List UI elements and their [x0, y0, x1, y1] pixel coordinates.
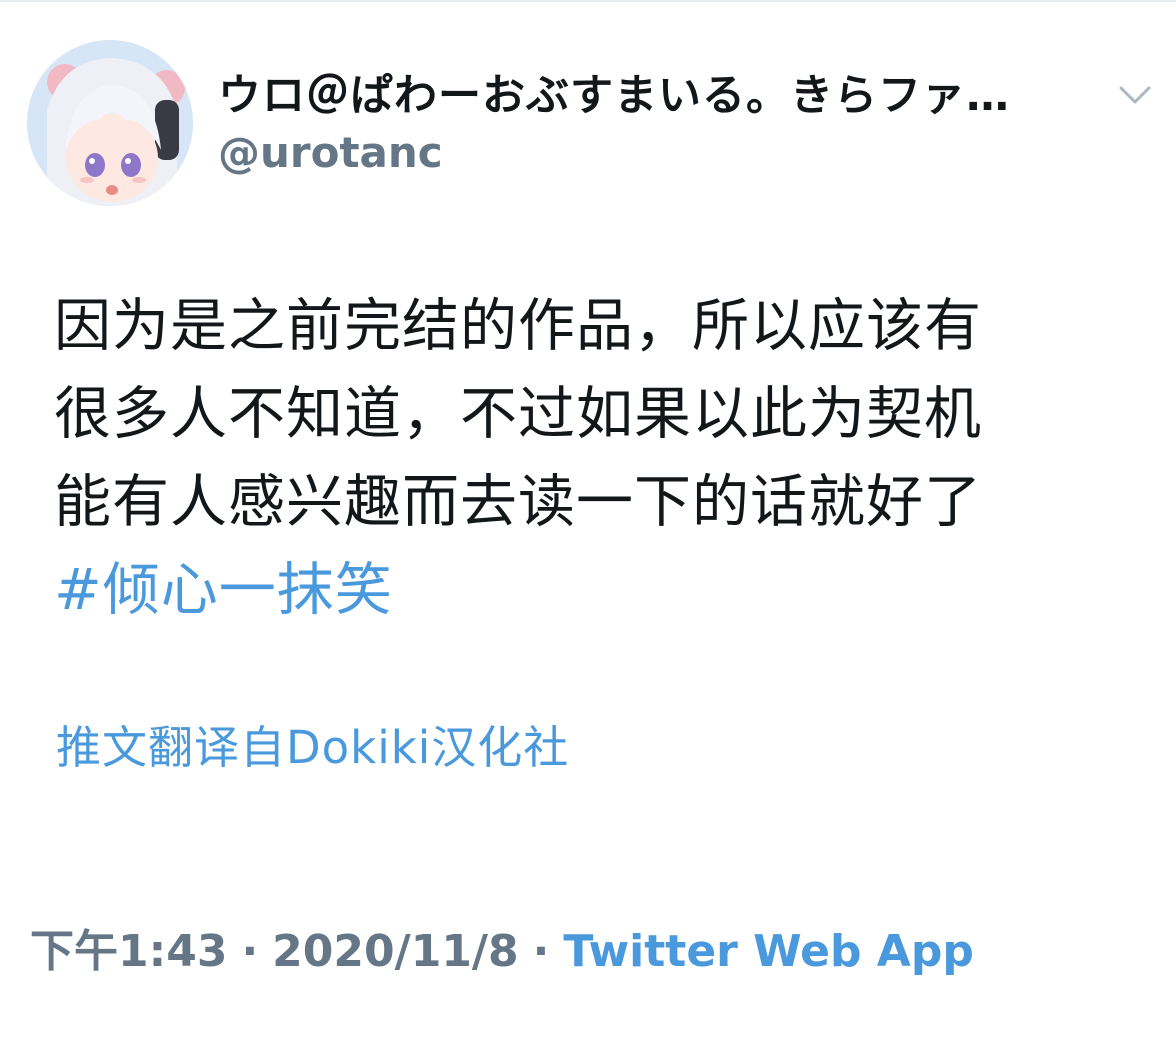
tweet-meta: 下午1:43 · 2020/11/8 · Twitter Web App: [30, 922, 974, 982]
hashtag-link[interactable]: #倾心一抹笑: [54, 546, 1154, 634]
author-handle[interactable]: @urotanc: [218, 126, 443, 180]
tweet-text-line: 很多人不知道，不过如果以此为契机: [54, 381, 982, 447]
avatar[interactable]: [27, 40, 193, 206]
author-display-name[interactable]: ウロ＠ぱわーおぶすまいる。きらファ…: [218, 68, 1098, 124]
tweet-text-line: 能有人感兴趣而去读一下的话就好了: [54, 469, 982, 535]
tweet-date[interactable]: 2020/11/8: [272, 926, 518, 977]
tweet-text: 因为是之前完结的作品，所以应该有 很多人不知道，不过如果以此为契机 能有人感兴趣…: [54, 282, 1154, 634]
meta-separator: ·: [532, 926, 550, 977]
avatar-image: [27, 40, 193, 206]
tweet-time[interactable]: 下午1:43: [30, 926, 227, 977]
translation-note[interactable]: 推文翻译自Dokiki汉化社: [56, 718, 569, 778]
top-divider: [0, 0, 1176, 2]
tweet-source-link[interactable]: Twitter Web App: [563, 926, 974, 977]
meta-separator: ·: [241, 926, 259, 977]
tweet-text-line: 因为是之前完结的作品，所以应该有: [54, 293, 982, 359]
chevron-down-icon[interactable]: [1116, 80, 1154, 110]
